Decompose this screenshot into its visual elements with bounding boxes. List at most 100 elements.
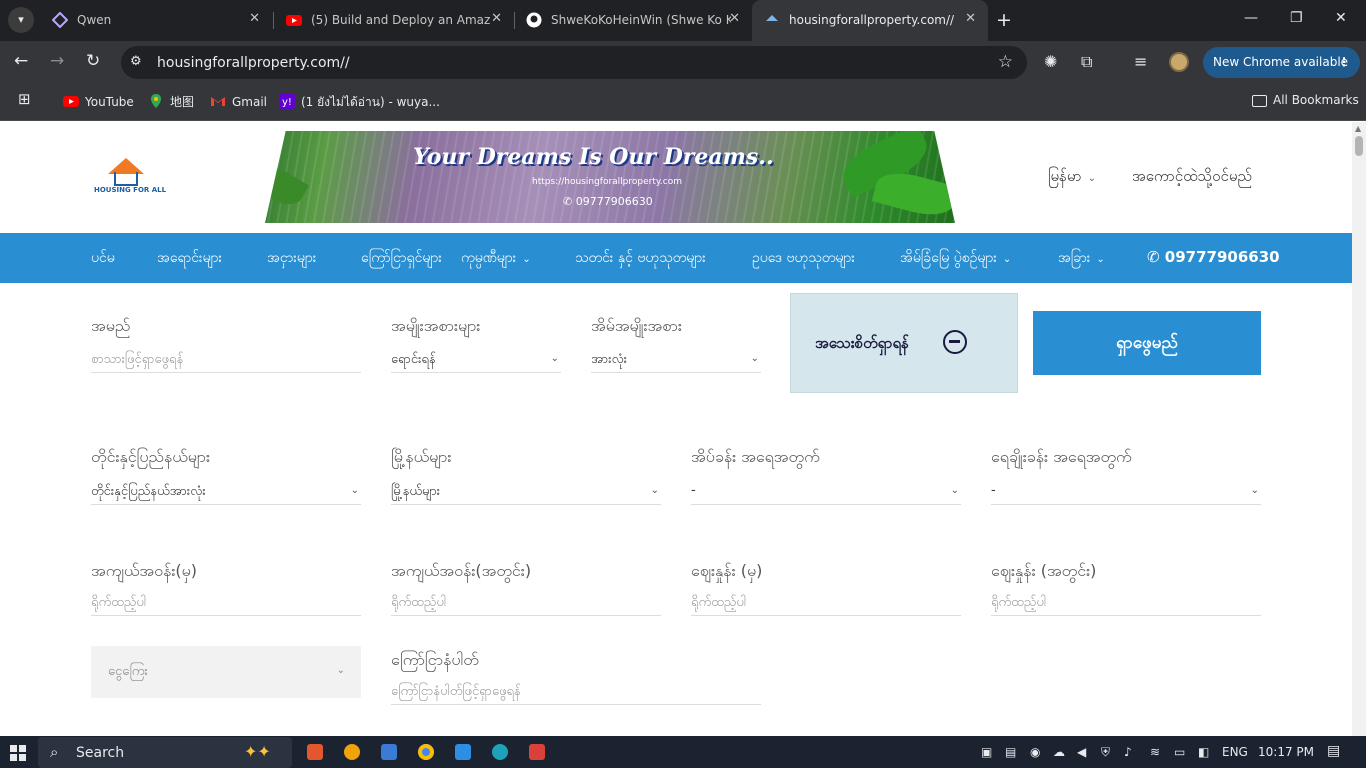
- postman-icon[interactable]: [529, 744, 545, 760]
- main-nav: ပင်မ အရောင်းများ အငှားများ ကြော်ငြာရှင်မ…: [0, 233, 1352, 283]
- township-select[interactable]: မြို့နယ်များ ⌄: [391, 479, 661, 505]
- region-select[interactable]: တိုင်းနှင့်ပြည်နယ်အားလုံး ⌄: [91, 479, 361, 505]
- hero-banner: Your Dreams Is Our Dreams.. https://hous…: [265, 131, 955, 223]
- nav-rentals[interactable]: အငှားများ: [267, 248, 316, 269]
- reload-button[interactable]: ↻: [86, 51, 100, 71]
- windows-taskbar: ⌕ Search ✦✦ ▣ ▤ ◉ ☁ ◀ ⛨ ♪ ≋ ▭ ◧ ENG 10:1…: [0, 736, 1366, 768]
- nav-events[interactable]: အိမ်ခြံမြေ ပွဲစဉ်များ ⌄: [900, 248, 1011, 269]
- area-max-input[interactable]: ရိုက်ထည့်ပါ: [391, 590, 661, 616]
- address-bar[interactable]: ⚙ housingforallproperty.com// ☆: [121, 46, 1027, 79]
- back-button[interactable]: ←: [14, 51, 28, 71]
- restore-button[interactable]: ❐: [1290, 10, 1303, 26]
- bookmark-star-icon[interactable]: ☆: [998, 52, 1013, 72]
- onedrive-icon[interactable]: ☁: [1053, 745, 1065, 759]
- bookmark-yahoo[interactable]: y! (1 ยังไม่ได้อ่าน) - wuya...: [279, 93, 440, 112]
- nav-other[interactable]: အခြား ⌄: [1058, 248, 1105, 269]
- bathrooms-select[interactable]: - ⌄: [991, 479, 1261, 505]
- bedrooms-select[interactable]: - ⌄: [691, 479, 961, 505]
- taskbar-clock[interactable]: 10:17 PM: [1258, 745, 1314, 759]
- battery-icon[interactable]: ▭: [1174, 745, 1185, 759]
- vscode-icon[interactable]: [455, 744, 471, 760]
- wifi-icon[interactable]: ≋: [1150, 745, 1160, 759]
- close-icon[interactable]: ✕: [491, 11, 502, 26]
- bookmark-youtube[interactable]: YouTube: [63, 93, 134, 109]
- price-max-input[interactable]: ရိုက်ထည့်ပါ: [991, 590, 1261, 616]
- close-icon[interactable]: ✕: [249, 11, 260, 26]
- minimize-button[interactable]: —: [1244, 10, 1258, 26]
- chevron-down-icon: ⌄: [1087, 173, 1096, 184]
- tray-app-icon[interactable]: ▣: [981, 745, 992, 759]
- nav-news[interactable]: သတင်း နှင့် ဗဟုသုတများ: [575, 248, 706, 269]
- chrome-icon[interactable]: [418, 744, 434, 760]
- nav-home[interactable]: ပင်မ: [91, 248, 115, 269]
- tray-xampp-icon[interactable]: ▤: [1005, 745, 1016, 759]
- ad-number-input[interactable]: ကြော်ငြာနံပါတ်ဖြင့်ရှာဖွေရန်: [391, 679, 761, 705]
- tab-search-button[interactable]: ▾: [8, 7, 34, 33]
- taskbar-search[interactable]: ⌕ Search ✦✦: [38, 737, 292, 768]
- site-info-icon[interactable]: ⚙: [130, 54, 142, 69]
- chevron-down-icon: ⌄: [650, 485, 659, 496]
- tab-title: Qwen: [77, 13, 112, 27]
- nav-sales[interactable]: အရောင်းများ: [157, 248, 222, 269]
- bookmark-gmail[interactable]: Gmail: [210, 93, 267, 109]
- new-chrome-available-button[interactable]: New Chrome available ⋮: [1203, 47, 1360, 78]
- nav-companies[interactable]: ကုမ္ပဏီများ ⌄: [461, 248, 531, 269]
- advanced-search-toggle[interactable]: အသေးစိတ်ရှာရန်: [790, 293, 1018, 393]
- app-icon[interactable]: [344, 744, 360, 760]
- apps-grid-icon[interactable]: ⊞: [18, 90, 31, 108]
- new-tab-button[interactable]: +: [996, 9, 1012, 31]
- menu-dots-icon[interactable]: ⋮: [1338, 47, 1350, 78]
- tab-housingforall[interactable]: housingforallproperty.com// ✕: [752, 0, 988, 41]
- desktop-icon[interactable]: [381, 744, 397, 760]
- edge-icon[interactable]: [492, 744, 508, 760]
- tab-github[interactable]: ShweKoKoHeinWin (Shwe Ko Ko ✕: [514, 0, 752, 41]
- bedrooms-label: အိပ်ခန်း အရေအတွက်: [691, 447, 820, 466]
- language-selector[interactable]: မြန်မာ ⌄: [1048, 167, 1096, 189]
- site-logo[interactable]: HOUSING FOR ALL: [94, 158, 166, 200]
- forward-button[interactable]: →: [50, 51, 64, 71]
- extension-icon[interactable]: ✺: [1044, 52, 1057, 71]
- page-scrollbar[interactable]: ▲: [1352, 122, 1366, 736]
- windows-start-icon[interactable]: [10, 745, 26, 761]
- search-button[interactable]: ရှာဖွေမည်: [1033, 311, 1261, 375]
- property-type-select[interactable]: အားလုံး ⌄: [591, 347, 761, 373]
- tab-youtube[interactable]: (5) Build and Deploy an Amazin ✕: [274, 0, 514, 41]
- language-label: မြန်မာ: [1048, 167, 1082, 185]
- extensions-puzzle-icon[interactable]: ⧉: [1081, 52, 1092, 72]
- tab-qwen[interactable]: Qwen ✕: [40, 0, 272, 41]
- profile-avatar[interactable]: [1169, 52, 1189, 72]
- nav-phone-link[interactable]: ✆ 09777906630: [1147, 248, 1280, 266]
- address-url[interactable]: housingforallproperty.com//: [157, 55, 350, 71]
- close-icon[interactable]: ✕: [965, 11, 976, 26]
- display-icon[interactable]: ◧: [1198, 745, 1209, 759]
- tab-title: (5) Build and Deploy an Amazin: [311, 13, 491, 27]
- all-bookmarks[interactable]: All Bookmarks: [1252, 93, 1359, 107]
- close-icon[interactable]: ✕: [729, 11, 740, 26]
- phone-icon: ✆: [1147, 248, 1165, 266]
- tab-title: housingforallproperty.com//: [789, 13, 955, 27]
- bookmark-maps[interactable]: 地图: [148, 93, 194, 110]
- login-link[interactable]: အကောင့်ထဲသို့ဝင်မည်: [1132, 167, 1252, 189]
- media-controls-icon[interactable]: ≡: [1134, 52, 1147, 71]
- region-label: တိုင်းနှင့်ပြည်နယ်များ: [91, 447, 211, 466]
- input-language[interactable]: ENG: [1222, 745, 1248, 759]
- window-close-button[interactable]: ✕: [1335, 10, 1347, 26]
- scrollbar-thumb[interactable]: [1355, 136, 1363, 156]
- name-input[interactable]: စာသားဖြင့်ရှာဖွေရန်: [91, 347, 361, 373]
- notifications-icon[interactable]: ▤: [1327, 743, 1340, 759]
- volume-icon[interactable]: ♪: [1124, 745, 1132, 759]
- price-min-input[interactable]: ရိုက်ထည့်ပါ: [691, 590, 961, 616]
- currency-select[interactable]: ငွေကြေး ⌄: [91, 646, 361, 698]
- tray-postman-icon[interactable]: ◉: [1030, 745, 1040, 759]
- security-shield-icon[interactable]: ⛨: [1101, 745, 1110, 760]
- chevron-down-icon: ⌄: [750, 353, 759, 364]
- nav-law[interactable]: ဥပဒေ ဗဟုသုတများ: [752, 248, 855, 269]
- copilot-sparkle-icon: ✦✦: [244, 742, 271, 761]
- area-min-input[interactable]: ရိုက်ထည့်ပါ: [91, 590, 361, 616]
- xampp-icon[interactable]: [307, 744, 323, 760]
- nav-label: ပင်မ: [91, 250, 115, 266]
- scroll-up-icon[interactable]: ▲: [1355, 124, 1361, 133]
- nav-advertisers[interactable]: ကြော်ငြာရှင်များ: [361, 248, 442, 269]
- speaker-muted-icon[interactable]: ◀: [1077, 745, 1086, 759]
- category-select[interactable]: ရောင်းရန် ⌄: [391, 347, 561, 373]
